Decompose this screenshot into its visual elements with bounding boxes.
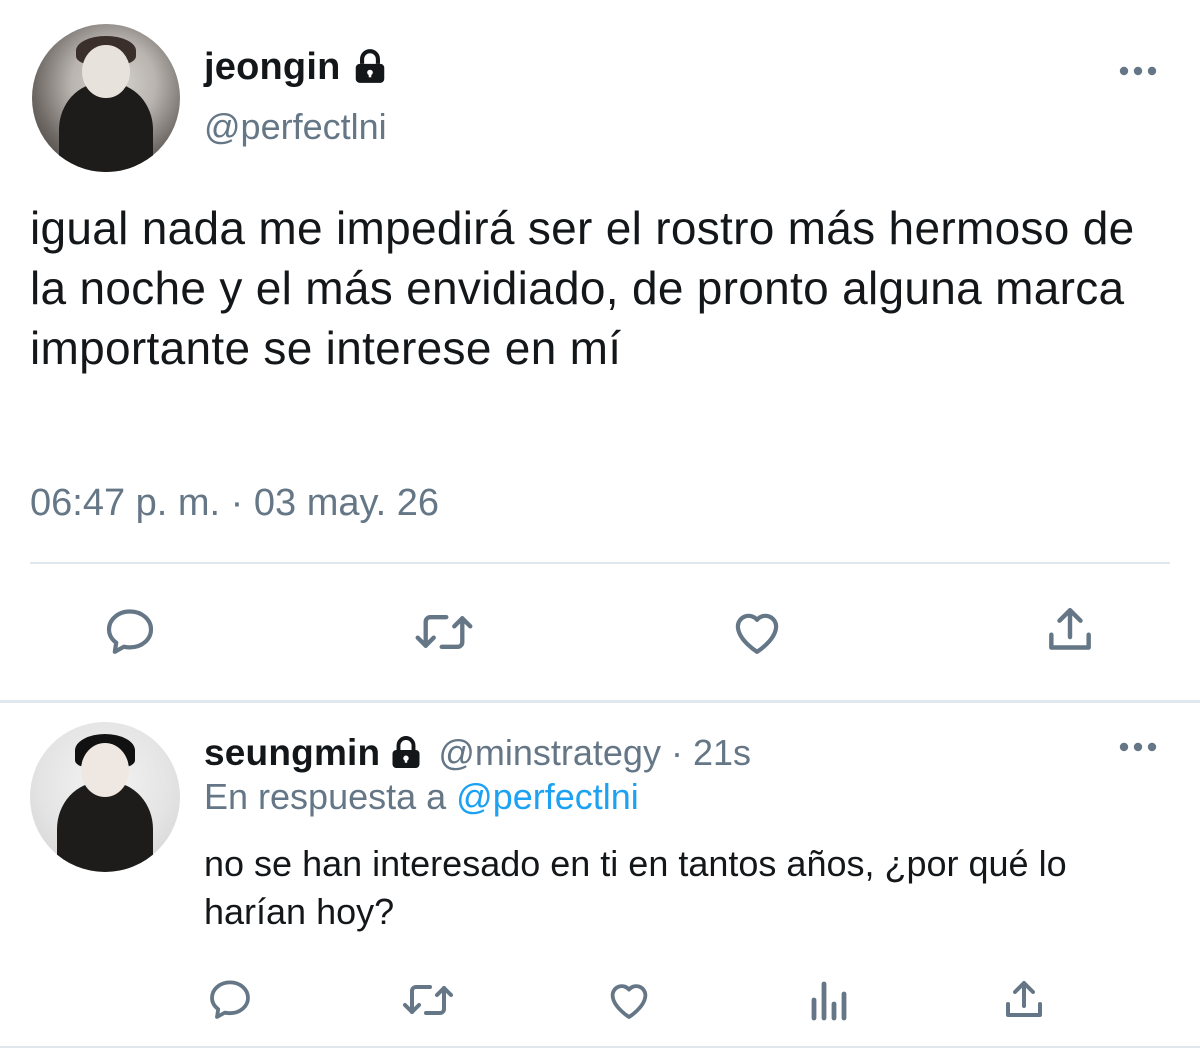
more-options-icon[interactable] [1118,64,1158,78]
more-options-icon[interactable] [1118,740,1158,754]
bottom-divider [0,1046,1200,1048]
in-reply-to-label: En respuesta a [204,776,447,817]
reply-time[interactable]: 21s [693,732,751,774]
avatar[interactable] [32,24,180,172]
display-name[interactable]: jeongin [204,46,341,89]
avatar[interactable] [30,722,180,872]
lock-icon [355,49,384,83]
analytics-icon[interactable] [806,976,850,1024]
section-divider [0,700,1200,703]
retweet-icon[interactable] [412,604,476,660]
reply-header: seungmin @minstrategy · 21s [204,728,751,778]
like-icon[interactable] [604,976,654,1024]
retweet-icon[interactable] [400,976,456,1024]
divider [30,562,1170,564]
share-icon[interactable] [1042,602,1098,658]
display-name[interactable]: seungmin [204,732,380,774]
separator-dot: · [670,732,683,773]
tweet-timestamp[interactable]: 06:47 p. m. · 03 may. 26 [30,482,439,525]
in-reply-to-link[interactable]: @perfectlni [456,776,639,817]
in-reply-to: En respuesta a @perfectlni [204,776,639,818]
lock-icon [392,736,420,768]
reply-icon[interactable] [102,604,158,660]
handle[interactable]: @minstrategy [438,732,661,774]
tweet-text: igual nada me impedirá ser el rostro más… [30,202,1135,374]
reply-icon[interactable] [206,976,254,1024]
like-icon[interactable] [728,604,786,660]
author-name-row: jeongin [204,42,389,92]
share-icon[interactable] [1000,976,1048,1024]
handle[interactable]: @perfectlni [204,106,387,148]
reply-text: no se han interesado en ti en tantos año… [204,843,1067,932]
